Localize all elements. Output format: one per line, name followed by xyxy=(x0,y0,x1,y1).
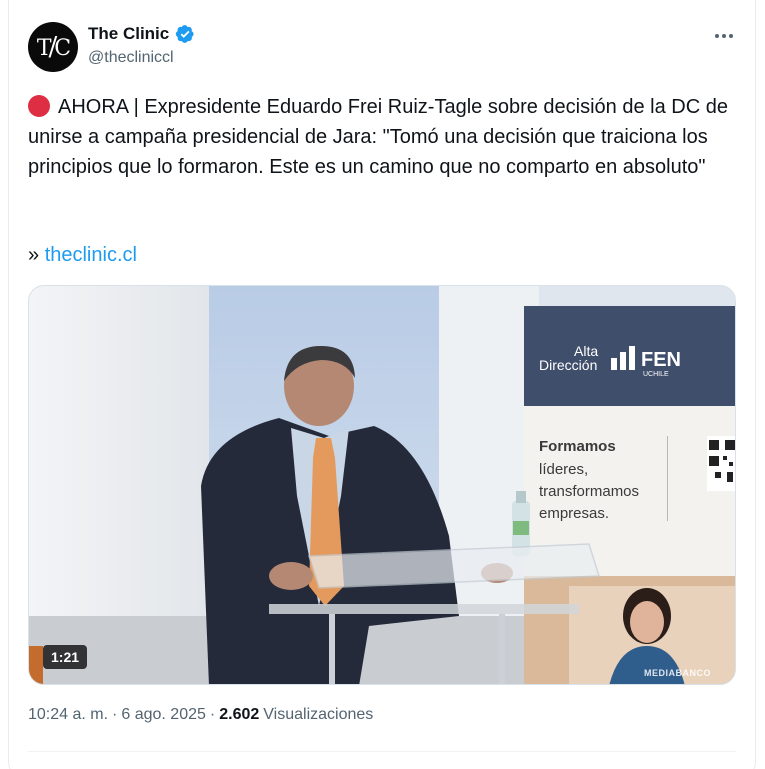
views-label: Visualizaciones xyxy=(263,706,374,723)
red-circle-icon xyxy=(28,95,50,117)
divider xyxy=(28,751,736,752)
banner-logo-sub: UCHILE xyxy=(643,371,669,378)
author-name-row: The Clinic xyxy=(88,24,195,44)
tweet-time[interactable]: 10:24 a. m. xyxy=(28,706,108,724)
tweet-text: AHORA | Expresidente Eduardo Frei Ruiz-T… xyxy=(28,92,728,182)
link-prefix: » xyxy=(28,244,45,266)
avatar[interactable]: T/C xyxy=(28,22,78,72)
meta-separator: · xyxy=(209,706,216,723)
more-dot-icon xyxy=(715,34,719,38)
tweet-date[interactable]: 6 ago. 2025 xyxy=(121,706,206,724)
banner-slogan-3: transformamos xyxy=(539,483,639,500)
display-name[interactable]: The Clinic xyxy=(88,24,169,44)
views-count: 2.602 xyxy=(219,706,260,723)
verified-badge-icon xyxy=(176,25,194,43)
banner-brand-line2: Dirección xyxy=(539,357,597,373)
banner-slogan-2: líderes, xyxy=(539,461,588,478)
banner-slogan-4: empresas. xyxy=(539,505,609,522)
more-dot-icon xyxy=(722,34,726,38)
video-duration: 1:21 xyxy=(43,645,88,669)
handle[interactable]: @theclinicc​l xyxy=(88,49,174,67)
tweet-meta: 10:24 a. m. · 6 ago. 2025 · 2.602 Visual… xyxy=(28,706,373,724)
avatar-logo: T/C xyxy=(36,32,71,62)
banner-logo: FEN xyxy=(641,349,681,371)
banner-slogan-1: Formamos xyxy=(539,438,616,455)
tweet-link[interactable]: theclinic.cl xyxy=(45,244,137,266)
meta-separator: · xyxy=(112,706,118,723)
more-dot-icon xyxy=(729,34,733,38)
video-frame: Alta Dirección FEN UCHILE Formamos líder… xyxy=(29,286,735,684)
video-watermark: MEDIABANCO xyxy=(644,668,711,678)
qr-code-icon xyxy=(707,436,735,491)
tweet-link-line: » theclinic.cl xyxy=(28,240,137,270)
tweet-body: AHORA | Expresidente Eduardo Frei Ruiz-T… xyxy=(28,96,734,178)
video-player[interactable]: Alta Dirección FEN UCHILE Formamos líder… xyxy=(28,285,736,685)
more-options-button[interactable] xyxy=(710,24,738,48)
